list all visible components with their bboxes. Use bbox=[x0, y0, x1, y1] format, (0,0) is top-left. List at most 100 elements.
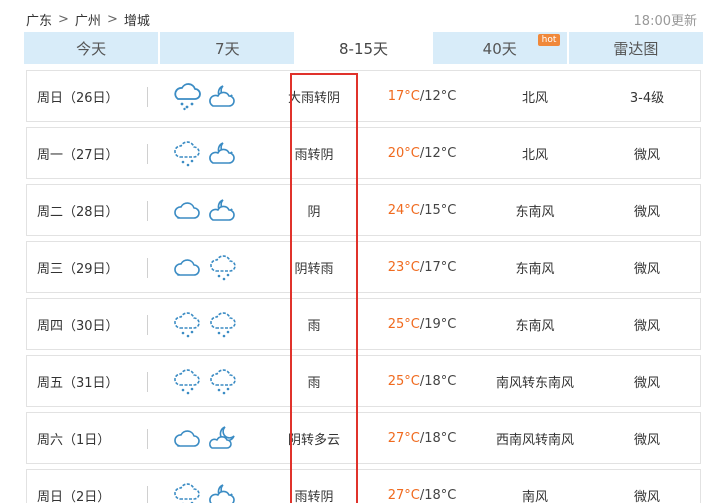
weather-icons bbox=[169, 299, 241, 349]
weather-icons bbox=[169, 128, 241, 178]
wind-direction: 南风 bbox=[521, 489, 548, 503]
breadcrumb: 广东 > 广州 > 增城 bbox=[26, 10, 150, 29]
row-divider bbox=[147, 144, 148, 164]
temperature-range: 25°C/18°C bbox=[377, 356, 467, 406]
forecast-row: 周日（2日） 雨转阴 27°C/18°C 南风 微风 bbox=[26, 469, 701, 503]
partly-cloudy-night-icon bbox=[208, 423, 238, 453]
weather-description: 阴转雨 bbox=[294, 261, 334, 277]
update-time: 18:00更新 bbox=[633, 14, 697, 29]
rain-icon bbox=[208, 366, 238, 396]
tab-radar[interactable]: 雷达图 bbox=[568, 32, 704, 64]
wind-direction: 南风转东南风 bbox=[495, 375, 574, 391]
temperature-range: 24°C/15°C bbox=[377, 185, 467, 235]
high-temperature: 25°C bbox=[387, 316, 420, 332]
temperature-range: 20°C/12°C bbox=[377, 128, 467, 178]
low-temperature: /18°C bbox=[419, 430, 457, 446]
weather-icons bbox=[169, 413, 241, 463]
wind-level: 微风 bbox=[633, 318, 660, 334]
tab-8-15-days[interactable]: 8-15天 bbox=[296, 32, 431, 64]
forecast-date: 周三（29日） bbox=[37, 261, 119, 277]
temperature-range: 27°C/18°C bbox=[377, 470, 467, 503]
high-temperature: 17°C bbox=[387, 88, 420, 104]
row-divider bbox=[147, 315, 148, 335]
row-divider bbox=[147, 258, 148, 278]
weather-description: 雨 bbox=[307, 318, 321, 334]
breadcrumb-separator: > bbox=[106, 12, 118, 27]
row-divider bbox=[147, 486, 148, 503]
rain-icon bbox=[208, 252, 238, 282]
tab-label: 8-15天 bbox=[338, 39, 389, 58]
low-temperature: /19°C bbox=[419, 316, 457, 332]
wind-direction: 东南风 bbox=[515, 204, 555, 220]
tab-label: 40天 bbox=[482, 39, 517, 58]
low-temperature: /12°C bbox=[419, 145, 457, 161]
forecast-date: 周四（30日） bbox=[37, 318, 119, 334]
rain-icon bbox=[172, 138, 202, 168]
tab-label: 雷达图 bbox=[613, 39, 659, 58]
temperature-range: 17°C/12°C bbox=[377, 71, 467, 121]
wind-level: 微风 bbox=[633, 489, 660, 503]
forecast-list: 周日（26日） 大雨转阴 17°C/12°C 北风 3-4级 周一（27日） 雨… bbox=[26, 70, 701, 503]
tab-label: 今天 bbox=[76, 39, 107, 58]
header-bar: 广东 > 广州 > 增城 18:00更新 bbox=[0, 0, 709, 32]
high-temperature: 27°C bbox=[387, 430, 420, 446]
breadcrumb-district[interactable]: 增城 bbox=[124, 10, 150, 29]
low-temperature: /15°C bbox=[419, 202, 457, 218]
forecast-date: 周五（31日） bbox=[37, 375, 119, 391]
wind-direction: 北风 bbox=[521, 147, 548, 163]
wind-direction: 北风 bbox=[521, 90, 548, 106]
forecast-tabs: 今天 7天 8-15天 40天 hot 雷达图 bbox=[24, 32, 704, 64]
cloudy-night-icon bbox=[208, 138, 238, 168]
cloudy-night-icon bbox=[208, 195, 238, 225]
high-temperature: 24°C bbox=[387, 202, 420, 218]
wind-level: 微风 bbox=[633, 261, 660, 277]
weather-description: 阴 bbox=[307, 204, 321, 220]
forecast-row: 周二（28日） 阴 24°C/15°C 东南风 微风 bbox=[26, 184, 701, 236]
row-divider bbox=[147, 201, 148, 221]
tab-7-days[interactable]: 7天 bbox=[160, 32, 295, 64]
forecast-date: 周六（1日） bbox=[37, 432, 111, 448]
weather-icons bbox=[169, 356, 241, 406]
high-temperature: 25°C bbox=[387, 373, 420, 389]
high-temperature: 27°C bbox=[387, 487, 420, 503]
row-divider bbox=[147, 372, 148, 392]
rain-icon bbox=[172, 480, 202, 503]
forecast-date: 周一（27日） bbox=[37, 147, 119, 163]
cloudy-night-icon bbox=[208, 81, 238, 111]
tab-label: 7天 bbox=[215, 39, 240, 58]
weather-description: 雨转阴 bbox=[294, 147, 334, 163]
cloud-icon bbox=[172, 423, 202, 453]
low-temperature: /18°C bbox=[419, 373, 457, 389]
wind-level: 微风 bbox=[633, 375, 660, 391]
weather-icons bbox=[169, 71, 241, 121]
weather-icons bbox=[169, 185, 241, 235]
tab-40-days[interactable]: 40天 hot bbox=[432, 32, 567, 64]
forecast-date: 周日（2日） bbox=[37, 489, 111, 503]
tab-today[interactable]: 今天 bbox=[24, 32, 159, 64]
forecast-row: 周四（30日） 雨 25°C/19°C 东南风 微风 bbox=[26, 298, 701, 350]
weather-icons bbox=[169, 470, 241, 503]
forecast-row: 周一（27日） 雨转阴 20°C/12°C 北风 微风 bbox=[26, 127, 701, 179]
wind-direction: 西南风转南风 bbox=[495, 432, 574, 448]
wind-level: 3-4级 bbox=[629, 90, 665, 106]
high-temperature: 23°C bbox=[387, 259, 420, 275]
wind-level: 微风 bbox=[633, 204, 660, 220]
weather-description: 雨转阴 bbox=[294, 489, 334, 503]
heavy-rain-icon bbox=[172, 81, 202, 111]
breadcrumb-province[interactable]: 广东 bbox=[26, 10, 52, 29]
breadcrumb-city[interactable]: 广州 bbox=[75, 10, 101, 29]
rain-icon bbox=[208, 309, 238, 339]
low-temperature: /18°C bbox=[419, 487, 457, 503]
breadcrumb-separator: > bbox=[58, 12, 69, 27]
wind-direction: 东南风 bbox=[515, 261, 555, 277]
hot-badge: hot bbox=[537, 34, 561, 46]
forecast-row: 周日（26日） 大雨转阴 17°C/12°C 北风 3-4级 bbox=[26, 70, 701, 122]
wind-direction: 东南风 bbox=[515, 318, 555, 334]
cloudy-night-icon bbox=[208, 480, 238, 503]
temperature-range: 23°C/17°C bbox=[377, 242, 467, 292]
forecast-date: 周二（28日） bbox=[37, 204, 119, 220]
forecast-row: 周三（29日） 阴转雨 23°C/17°C 东南风 微风 bbox=[26, 241, 701, 293]
rain-icon bbox=[172, 366, 202, 396]
weather-description: 阴转多云 bbox=[287, 432, 340, 448]
forecast-date: 周日（26日） bbox=[37, 90, 119, 106]
